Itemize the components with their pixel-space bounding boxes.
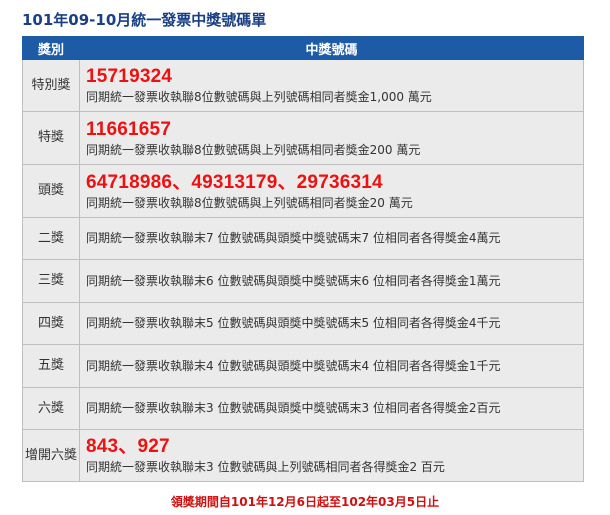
- winning-numbers: 15719324: [86, 66, 173, 87]
- prize-description: 同期統一發票收執聯末6 位數號碼與頭獎中獎號碼末6 位相同者各得獎金1萬元: [86, 273, 501, 288]
- page-title: 101年09-10月統一發票中獎號碼單: [22, 11, 267, 29]
- prize-detail: 同期統一發票收執聯末6 位數號碼與頭獎中獎號碼末6 位相同者各得獎金1萬元: [79, 259, 584, 303]
- prize-detail: 64718986、49313179、29736314 同期統一發票收執聯8位數號…: [79, 164, 584, 218]
- prize-category: 三獎: [22, 259, 80, 303]
- prize-table: 獎別 中獎號碼 特別獎 15719324 同期統一發票收執聯8位數號碼與上列號碼…: [22, 36, 584, 482]
- prize-category: 六獎: [22, 387, 80, 430]
- table-row: 特別獎 15719324 同期統一發票收執聯8位數號碼與上列號碼相同者獎金1,0…: [22, 59, 584, 112]
- winning-numbers: 64718986、49313179、29736314: [86, 171, 383, 193]
- table-row: 增開六獎 843、927 同期統一發票收執聯末3 位數號碼與上列號碼相同者各得獎…: [22, 429, 584, 482]
- prize-description: 同期統一發票收執聯末7 位數號碼與頭獎中獎號碼末7 位相同者各得獎金4萬元: [86, 231, 501, 245]
- claim-period-note: 領獎期間自101年12月6日起至102年03月5日止: [170, 495, 440, 509]
- prize-category: 四獎: [22, 302, 80, 345]
- winning-numbers: 11661657: [86, 118, 172, 140]
- prize-description: 同期統一發票收執聯末3 位數號碼與上列號碼相同者各得獎金2 百元: [86, 460, 445, 474]
- prize-description: 同期統一發票收執聯8位數號碼與上列號碼相同者獎金200 萬元: [86, 142, 421, 157]
- prize-category: 增開六獎: [22, 429, 80, 482]
- prize-detail: 15719324 同期統一發票收執聯8位數號碼與上列號碼相同者獎金1,000 萬…: [79, 59, 584, 112]
- prize-description: 同期統一發票收執聯8位數號碼與上列號碼相同者獎金1,000 萬元: [86, 90, 432, 104]
- table-row: 五獎 同期統一發票收執聯末4 位數號碼與頭獎中獎號碼末4 位相同者各得獎金1千元: [22, 344, 584, 388]
- prize-category: 二獎: [22, 217, 80, 260]
- prize-category: 五獎: [22, 344, 80, 388]
- winning-numbers: 843、927: [86, 436, 170, 457]
- prize-description: 同期統一發票收執聯末3 位數號碼與頭獎中獎號碼末3 位相同者各得獎金2百元: [86, 401, 501, 415]
- prize-category: 特獎: [22, 111, 80, 165]
- header-numbers: 中獎號碼: [79, 36, 584, 60]
- header-category: 獎別: [22, 36, 80, 60]
- table-row: 特獎 11661657 同期統一發票收執聯8位數號碼與上列號碼相同者獎金200 …: [22, 111, 584, 165]
- prize-category: 特別獎: [22, 59, 80, 112]
- prize-description: 同期統一發票收執聯末5 位數號碼與頭獎中獎號碼末5 位相同者各得獎金4千元: [86, 316, 501, 330]
- prize-detail: 同期統一發票收執聯末5 位數號碼與頭獎中獎號碼末5 位相同者各得獎金4千元: [79, 302, 584, 345]
- table-row: 二獎 同期統一發票收執聯末7 位數號碼與頭獎中獎號碼末7 位相同者各得獎金4萬元: [22, 217, 584, 260]
- prize-description: 同期統一發票收執聯8位數號碼與上列號碼相同者獎金20 萬元: [86, 195, 413, 210]
- prize-detail: 同期統一發票收執聯末7 位數號碼與頭獎中獎號碼末7 位相同者各得獎金4萬元: [79, 217, 584, 260]
- table-header-row: 獎別 中獎號碼: [22, 36, 584, 60]
- table-row: 六獎 同期統一發票收執聯末3 位數號碼與頭獎中獎號碼末3 位相同者各得獎金2百元: [22, 387, 584, 430]
- prize-detail: 11661657 同期統一發票收執聯8位數號碼與上列號碼相同者獎金200 萬元: [79, 111, 584, 165]
- prize-detail: 同期統一發票收執聯末4 位數號碼與頭獎中獎號碼末4 位相同者各得獎金1千元: [79, 344, 584, 388]
- prize-description: 同期統一發票收執聯末4 位數號碼與頭獎中獎號碼末4 位相同者各得獎金1千元: [86, 358, 501, 373]
- table-row: 三獎 同期統一發票收執聯末6 位數號碼與頭獎中獎號碼末6 位相同者各得獎金1萬元: [22, 259, 584, 303]
- table-row: 四獎 同期統一發票收執聯末5 位數號碼與頭獎中獎號碼末5 位相同者各得獎金4千元: [22, 302, 584, 345]
- table-row: 頭獎 64718986、49313179、29736314 同期統一發票收執聯8…: [22, 164, 584, 218]
- prize-detail: 843、927 同期統一發票收執聯末3 位數號碼與上列號碼相同者各得獎金2 百元: [79, 429, 584, 482]
- prize-category: 頭獎: [22, 164, 80, 218]
- prize-detail: 同期統一發票收執聯末3 位數號碼與頭獎中獎號碼末3 位相同者各得獎金2百元: [79, 387, 584, 430]
